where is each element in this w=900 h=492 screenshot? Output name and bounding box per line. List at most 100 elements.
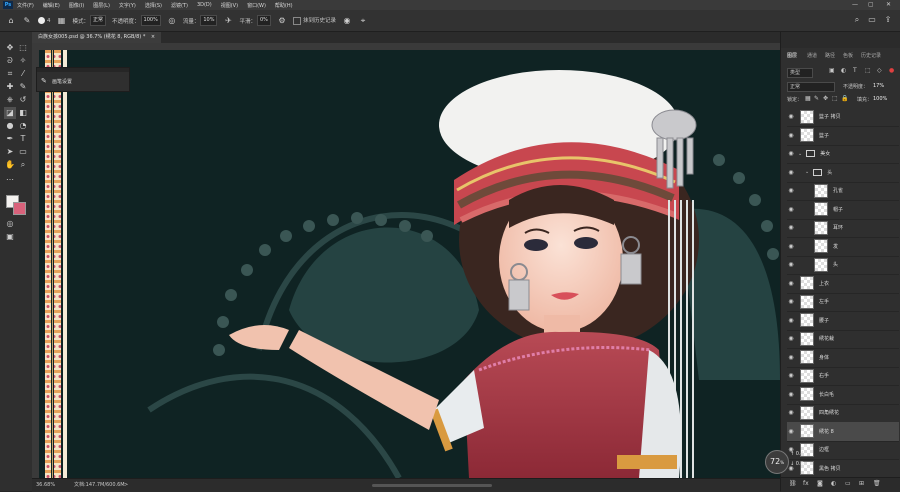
layer-mask-icon[interactable]: ◙ [817, 480, 823, 487]
layer-row[interactable]: ◉ 帽子 [787, 200, 899, 220]
layer-row[interactable]: ◉ 绣花 8 [787, 421, 899, 442]
horizontal-scrollbar[interactable] [372, 484, 492, 487]
brush-panel-toggle-icon[interactable]: ▦ [57, 16, 67, 26]
layer-row[interactable]: ◉ 篮子 [787, 126, 899, 146]
visibility-eye-icon[interactable]: ◉ [787, 113, 795, 120]
marquee-tool-icon[interactable]: ⬚ [17, 42, 29, 54]
group-expand-icon[interactable]: ⌄ [805, 169, 809, 175]
menu-3d[interactable]: 3D(D) [197, 2, 212, 8]
fill-field[interactable]: 100% [873, 96, 887, 102]
visibility-eye-icon[interactable]: ◉ [787, 428, 795, 435]
share-icon[interactable]: ⇪ [883, 15, 893, 25]
layer-style-icon[interactable]: fx [803, 480, 809, 487]
eraser-tool-icon[interactable]: ◪ [4, 107, 16, 119]
tab-history[interactable]: 历史记录 [861, 52, 881, 59]
opacity-field[interactable]: 100% [140, 15, 161, 26]
document-tab-close-button[interactable]: × [151, 34, 155, 40]
more-tools-icon[interactable]: … [4, 172, 16, 184]
layer-row[interactable]: ◉ 边框 [787, 440, 899, 460]
gear-icon[interactable]: ⚙ [277, 16, 287, 26]
layer-row[interactable]: ◉ 孔雀 [787, 181, 899, 201]
eraser-tool-preset-icon[interactable]: ✎ [22, 16, 32, 26]
healing-brush-tool-icon[interactable]: ✚ [4, 81, 16, 93]
menu-type[interactable]: 文字(Y) [119, 2, 136, 9]
group-expand-icon[interactable]: ⌄ [798, 151, 802, 157]
layer-row[interactable]: ◉ 长白毛 [787, 385, 899, 405]
menu-help[interactable]: 帮助(H) [275, 2, 293, 9]
filter-shape-icon[interactable]: ⬚ [865, 67, 871, 74]
eyedropper-tool-icon[interactable]: ⁄ [17, 68, 29, 80]
menu-select[interactable]: 选择(S) [145, 2, 162, 9]
brush-size[interactable]: 4 [38, 17, 51, 24]
lock-all-icon[interactable]: 🔒 [841, 95, 848, 102]
maximize-button[interactable]: ▢ [868, 1, 874, 8]
visibility-eye-icon[interactable]: ◉ [787, 150, 795, 157]
blur-tool-icon[interactable]: ● [4, 120, 16, 132]
visibility-eye-icon[interactable]: ◉ [787, 354, 795, 361]
status-menu-arrow[interactable]: > [124, 479, 128, 492]
layer-row[interactable]: ◉ 绣花裁 [787, 329, 899, 349]
new-group-icon[interactable]: ▭ [845, 480, 851, 487]
visibility-eye-icon[interactable]: ◉ [787, 335, 795, 342]
document-tab[interactable]: 白族女孩005.psd @ 36.7% (绣花 8, RGB/8) * × [32, 32, 162, 43]
layer-row[interactable]: ◉ 左手 [787, 292, 899, 312]
filter-smart-icon[interactable]: ◇ [877, 67, 882, 74]
symmetry-icon[interactable]: ⌖ [358, 16, 368, 26]
tab-channels[interactable]: 通道 [807, 52, 817, 59]
visibility-eye-icon[interactable]: ◉ [787, 261, 795, 268]
history-brush-tool-icon[interactable]: ↺ [17, 94, 29, 106]
close-window-button[interactable]: ✕ [886, 1, 891, 8]
new-layer-icon[interactable]: ⊞ [859, 480, 864, 487]
paint-bucket-tool-icon[interactable]: ◧ [17, 107, 29, 119]
brush-settings-label[interactable]: 画笔设置 [52, 78, 72, 85]
layer-row[interactable]: ◉ 头 [787, 255, 899, 275]
visibility-eye-icon[interactable]: ◉ [787, 372, 795, 379]
delete-layer-icon[interactable]: 🗑 [873, 480, 881, 487]
brush-settings-panel[interactable]: ✎ 画笔设置 [36, 67, 130, 92]
lock-position-icon[interactable]: ✥ [823, 95, 828, 102]
visibility-eye-icon[interactable]: ◉ [787, 391, 795, 398]
visibility-eye-icon[interactable]: ◉ [787, 224, 795, 231]
pressure-size-icon[interactable]: ◉ [342, 16, 352, 26]
visibility-eye-icon[interactable]: ◉ [787, 298, 795, 305]
document-canvas[interactable] [39, 50, 780, 478]
pressure-opacity-icon[interactable]: ◎ [167, 16, 177, 26]
layer-row[interactable]: ◉ 身体 [787, 348, 899, 368]
layer-row[interactable]: ◉ ⌄ 美女 [787, 144, 899, 164]
panel-grip[interactable] [37, 68, 129, 72]
filter-pixel-icon[interactable]: ▣ [829, 67, 835, 74]
path-select-tool-icon[interactable]: ➤ [4, 146, 16, 158]
adjustment-layer-icon[interactable]: ◐ [831, 480, 836, 487]
dodge-tool-icon[interactable]: ◔ [17, 120, 29, 132]
clone-stamp-tool-icon[interactable]: ⎈ [4, 94, 16, 106]
tab-swatches[interactable]: 色板 [843, 52, 853, 59]
filter-type-icon[interactable]: T [853, 67, 857, 74]
home-icon[interactable]: ⌂ [6, 16, 16, 26]
crop-tool-icon[interactable]: ⌗ [4, 68, 16, 80]
visibility-eye-icon[interactable]: ◉ [787, 187, 795, 194]
layer-filter-select[interactable]: 类型 [787, 68, 813, 78]
link-layers-icon[interactable]: ⛓ [789, 480, 797, 487]
visibility-eye-icon[interactable]: ◉ [787, 132, 795, 139]
layer-row[interactable]: ◉ 右手 [787, 366, 899, 386]
menu-window[interactable]: 窗口(W) [247, 2, 266, 9]
brush-settings-icon[interactable]: ✎ [41, 77, 47, 85]
erase-to-history-checkbox[interactable] [292, 16, 301, 25]
filter-toggle-icon[interactable]: ● [889, 67, 894, 74]
flow-field[interactable]: 10% [200, 15, 218, 26]
zoom-tool-icon[interactable]: ⌕ [17, 159, 29, 171]
lock-transparency-icon[interactable]: ▦ [805, 95, 811, 102]
workspace-icon[interactable]: ▭ [867, 15, 877, 25]
visibility-eye-icon[interactable]: ◉ [787, 280, 795, 287]
screen-mode-icon[interactable]: ▣ [4, 231, 16, 243]
menu-file[interactable]: 文件(F) [17, 2, 34, 9]
quick-mask-icon[interactable]: ◎ [4, 218, 16, 230]
lock-artboard-icon[interactable]: ⬚ [832, 95, 838, 102]
brush-tool-icon[interactable]: ✎ [17, 81, 29, 93]
lock-pixels-icon[interactable]: ✎ [814, 95, 819, 102]
layer-row[interactable]: ◉ 四角绣花 [787, 403, 899, 423]
tab-paths[interactable]: 路径 [825, 52, 835, 59]
smooth-field[interactable]: 0% [257, 15, 271, 26]
filter-adjustment-icon[interactable]: ◐ [841, 67, 846, 74]
visibility-eye-icon[interactable]: ◉ [787, 243, 795, 250]
